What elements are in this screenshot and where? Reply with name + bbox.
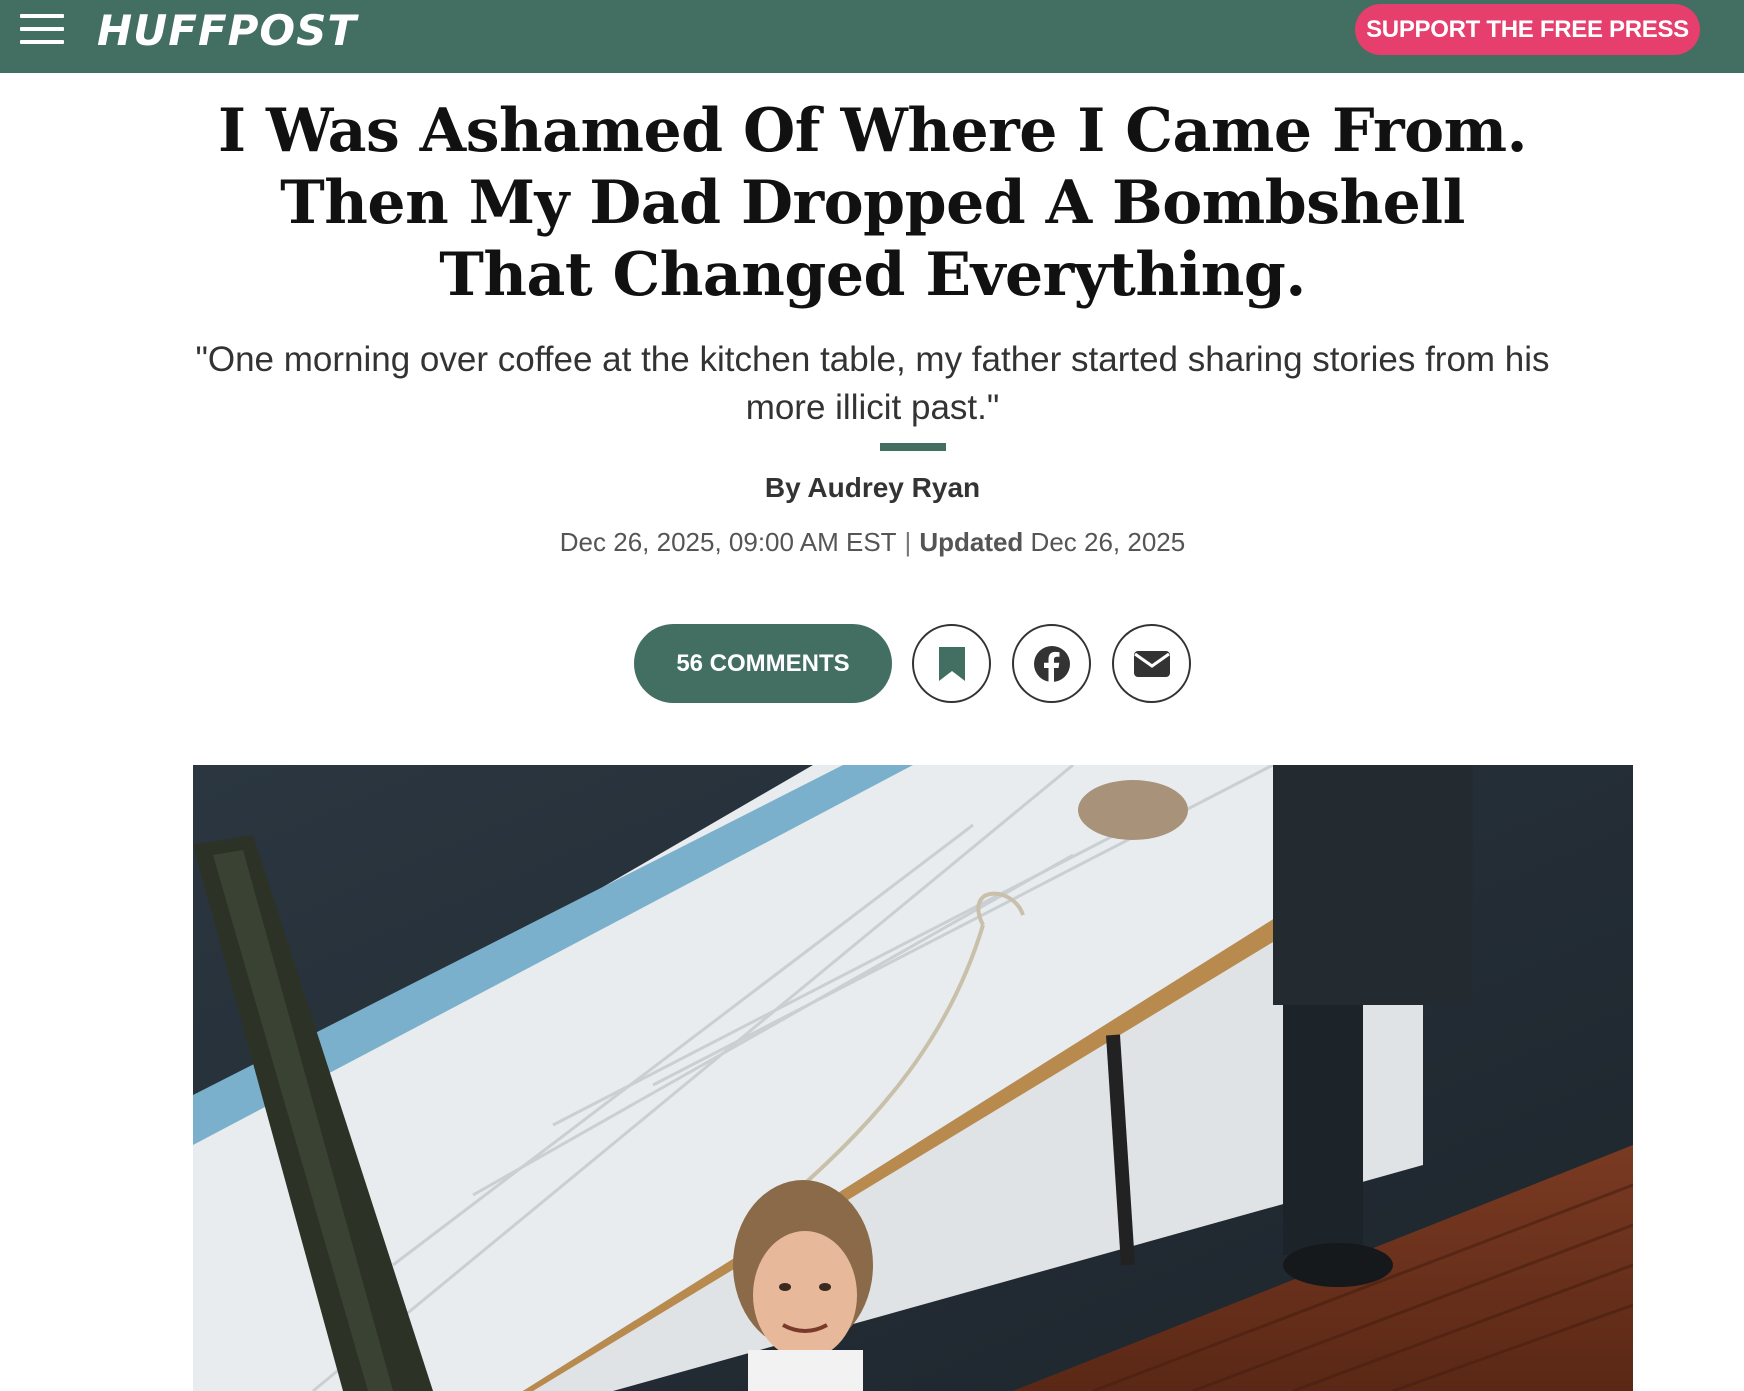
timestamp-separator: | (904, 527, 912, 557)
article-timestamp: Dec 26, 2025, 09:00 AM EST | Updated Dec 2… (450, 524, 1295, 560)
bookmark-button[interactable] (912, 624, 991, 703)
hamburger-menu-icon[interactable] (20, 14, 64, 44)
support-free-press-button[interactable]: SUPPORT THE FREE PRESS (1355, 4, 1700, 55)
updated-label: Updated (919, 527, 1024, 557)
article-dek: "One morning over coffee at the kitchen … (195, 340, 1550, 427)
huffpost-logo[interactable]: HUFFPOST (97, 6, 357, 56)
facebook-share-button[interactable] (1012, 624, 1091, 703)
hero-photo-illustration (193, 765, 1633, 1391)
site-header: HUFFPOST SUPPORT THE FREE PRESS (0, 0, 1744, 73)
article-headline: I Was Ashamed Of Where I Came From. Then… (217, 96, 1528, 310)
email-icon (1133, 650, 1170, 677)
comments-button[interactable]: 56 COMMENTS (634, 624, 892, 703)
author-byline[interactable]: By Audrey Ryan (600, 470, 1145, 506)
email-share-button[interactable] (1112, 624, 1191, 703)
divider-rule (880, 443, 946, 451)
published-date: Dec 26, 2025, 09:00 AM EST (559, 527, 897, 557)
hero-photo (193, 765, 1633, 1391)
updated-date: Dec 26, 2025 (1030, 527, 1186, 557)
bookmark-icon (938, 646, 965, 681)
facebook-icon (1033, 645, 1070, 682)
